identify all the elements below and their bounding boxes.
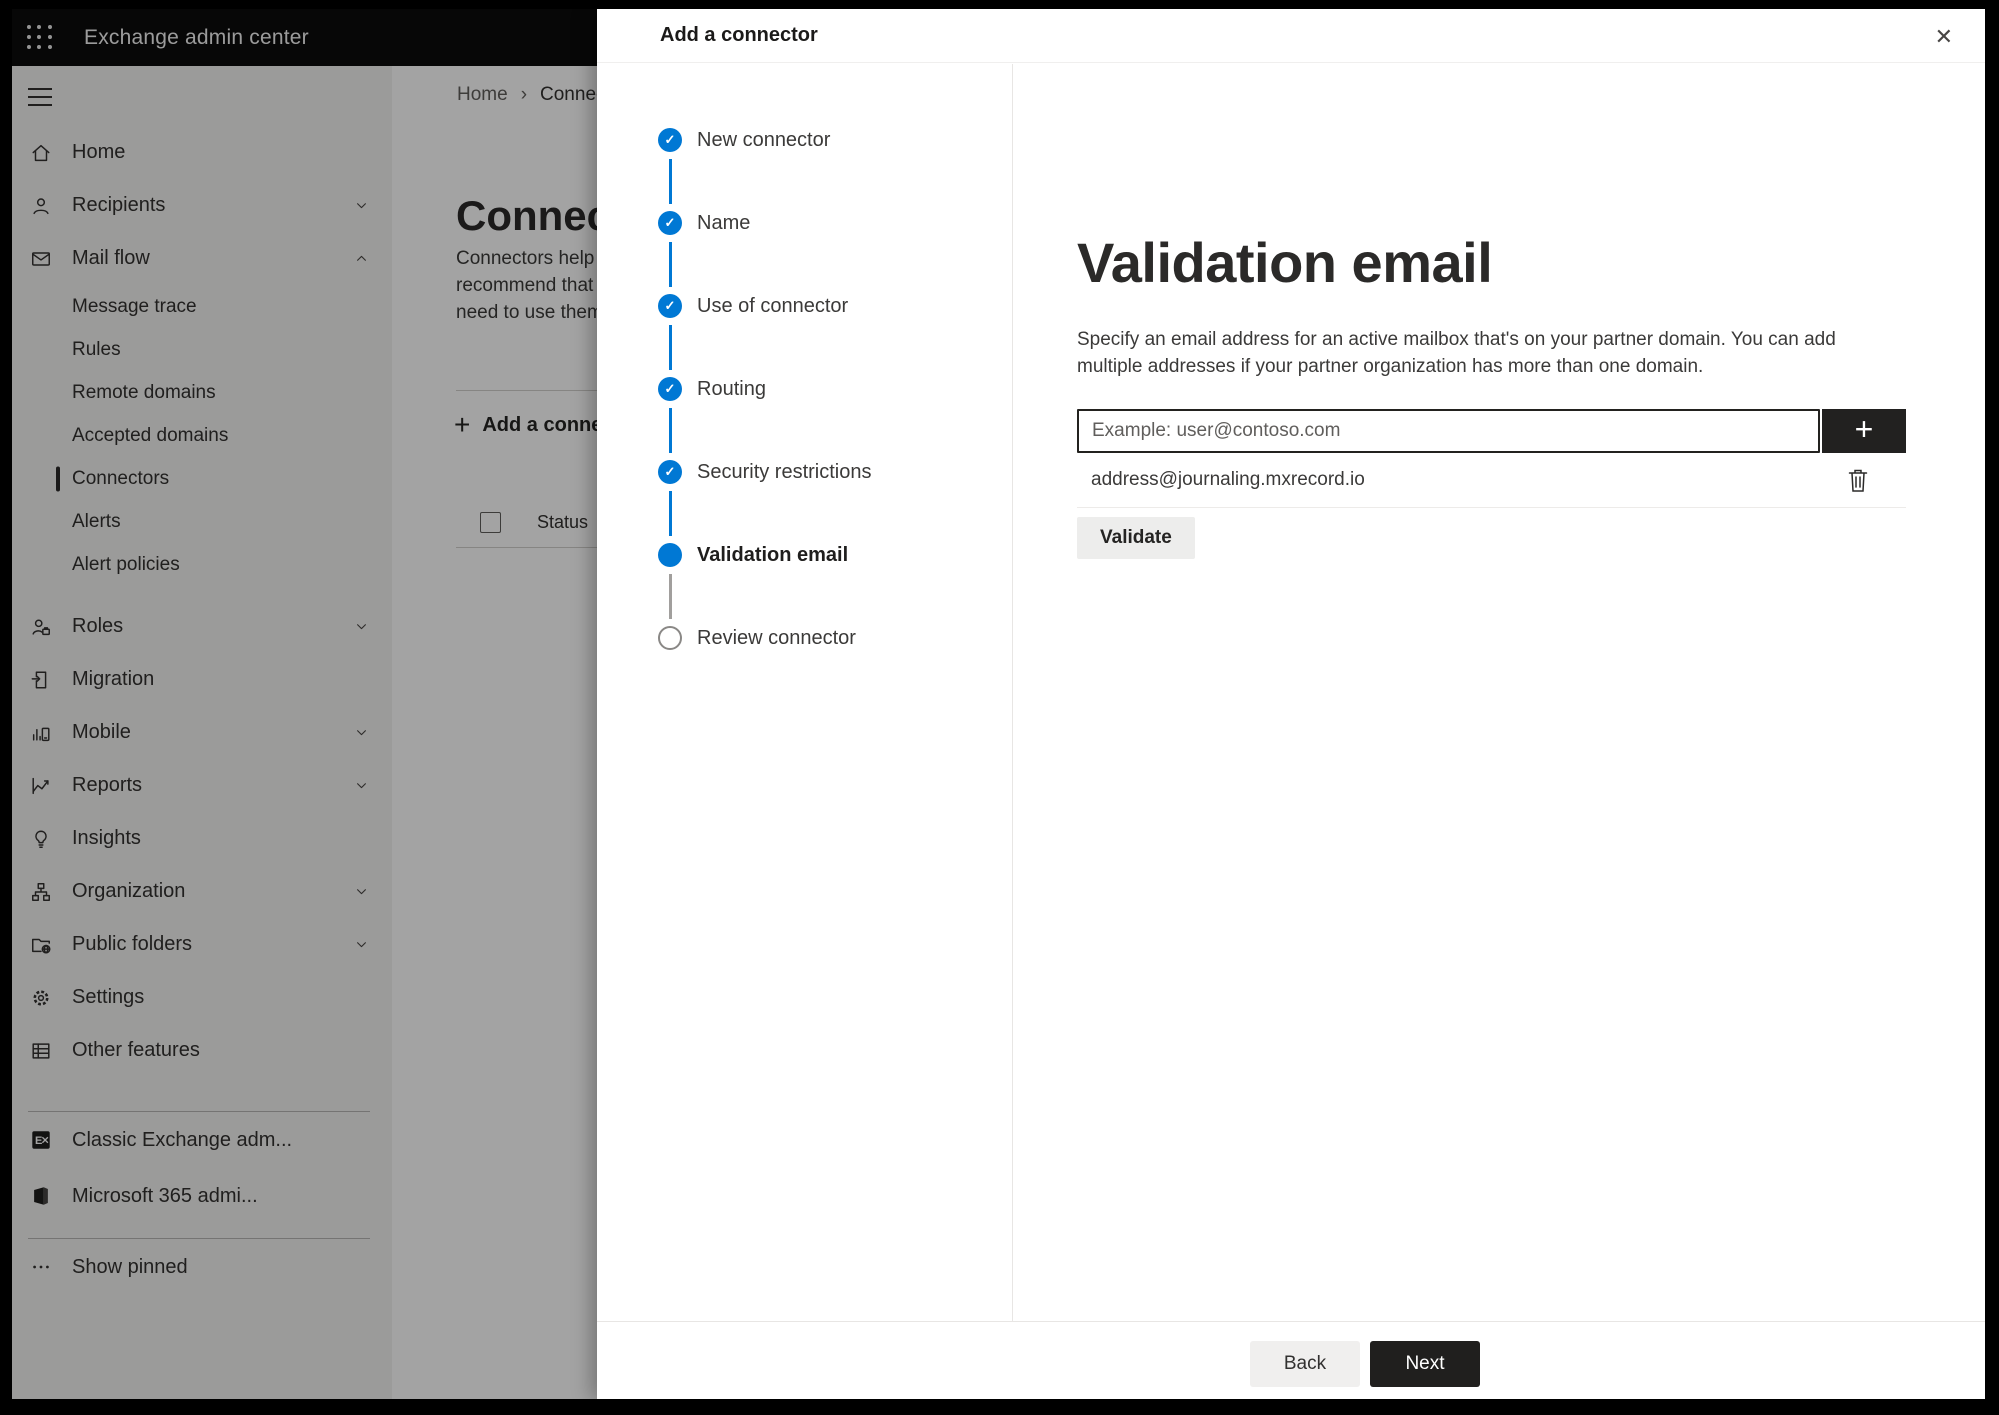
wizard-step-label: Security restrictions <box>697 461 872 483</box>
step-completed-icon: ✓ <box>658 377 682 401</box>
add-connector-dialog: Add a connector ✕ ✓ New connector ✓ Name ✓ Us… <box>597 9 1985 1399</box>
screen: Exchange admin center Home Recipients Mail… <box>12 9 1985 1399</box>
wizard-step-security-restrictions: ✓ Security restrictions <box>658 460 1012 543</box>
step-completed-icon: ✓ <box>658 294 682 318</box>
email-input-row: + <box>1077 409 1906 453</box>
step-heading: Validation email <box>1077 230 1493 294</box>
step-completed-icon: ✓ <box>658 128 682 152</box>
add-email-button[interactable]: + <box>1822 409 1906 453</box>
wizard-step-review-connector: Review connector <box>658 626 1012 709</box>
step-current-icon <box>658 543 682 567</box>
step-description-line: multiple addresses if your partner organ… <box>1077 356 1704 377</box>
wizard-step-name: ✓ Name <box>658 211 1012 294</box>
wizard-step-validation-email: Validation email <box>658 543 1012 626</box>
close-icon[interactable]: ✕ <box>1931 22 1957 52</box>
wizard-step-content: Validation email Specify an email addres… <box>1013 64 1985 1321</box>
wizard-steps-panel: ✓ New connector ✓ Name ✓ Use of connector ✓ Rou… <box>597 64 1013 1321</box>
dialog-header: Add a connector <box>597 9 1985 63</box>
wizard-steps-list: ✓ New connector ✓ Name ✓ Use of connector ✓ Rou… <box>597 128 1012 709</box>
email-input[interactable] <box>1077 409 1820 453</box>
wizard-step-label: Name <box>697 212 751 234</box>
wizard-step-label: New connector <box>697 129 831 151</box>
wizard-step-label: Routing <box>697 378 766 400</box>
dialog-footer: Back Next <box>597 1321 1985 1399</box>
exchange-admin-center: { "topbar": { "app_title": "Exchange adm… <box>0 0 1999 1415</box>
step-upcoming-icon <box>658 626 682 650</box>
address-row: address@journaling.mxrecord.io <box>1077 453 1906 508</box>
dialog-title: Add a connector <box>660 24 818 46</box>
wizard-step-label: Use of connector <box>697 295 849 317</box>
step-completed-icon: ✓ <box>658 460 682 484</box>
wizard-step-label: Validation email <box>697 544 849 566</box>
trash-icon[interactable] <box>1846 467 1870 493</box>
step-completed-icon: ✓ <box>658 211 682 235</box>
validate-button[interactable]: Validate <box>1077 517 1195 559</box>
dialog-body: ✓ New connector ✓ Name ✓ Use of connector ✓ Rou… <box>597 64 1985 1321</box>
wizard-step-routing: ✓ Routing <box>658 377 1012 460</box>
next-button[interactable]: Next <box>1370 1341 1480 1387</box>
back-button[interactable]: Back <box>1250 1341 1360 1387</box>
wizard-step-new-connector: ✓ New connector <box>658 128 1012 211</box>
step-description: Specify an email address for an active m… <box>1077 326 1836 380</box>
wizard-step-use-of-connector: ✓ Use of connector <box>658 294 1012 377</box>
address-text: address@journaling.mxrecord.io <box>1091 469 1365 490</box>
wizard-step-label: Review connector <box>697 627 856 649</box>
step-description-line: Specify an email address for an active m… <box>1077 329 1836 350</box>
